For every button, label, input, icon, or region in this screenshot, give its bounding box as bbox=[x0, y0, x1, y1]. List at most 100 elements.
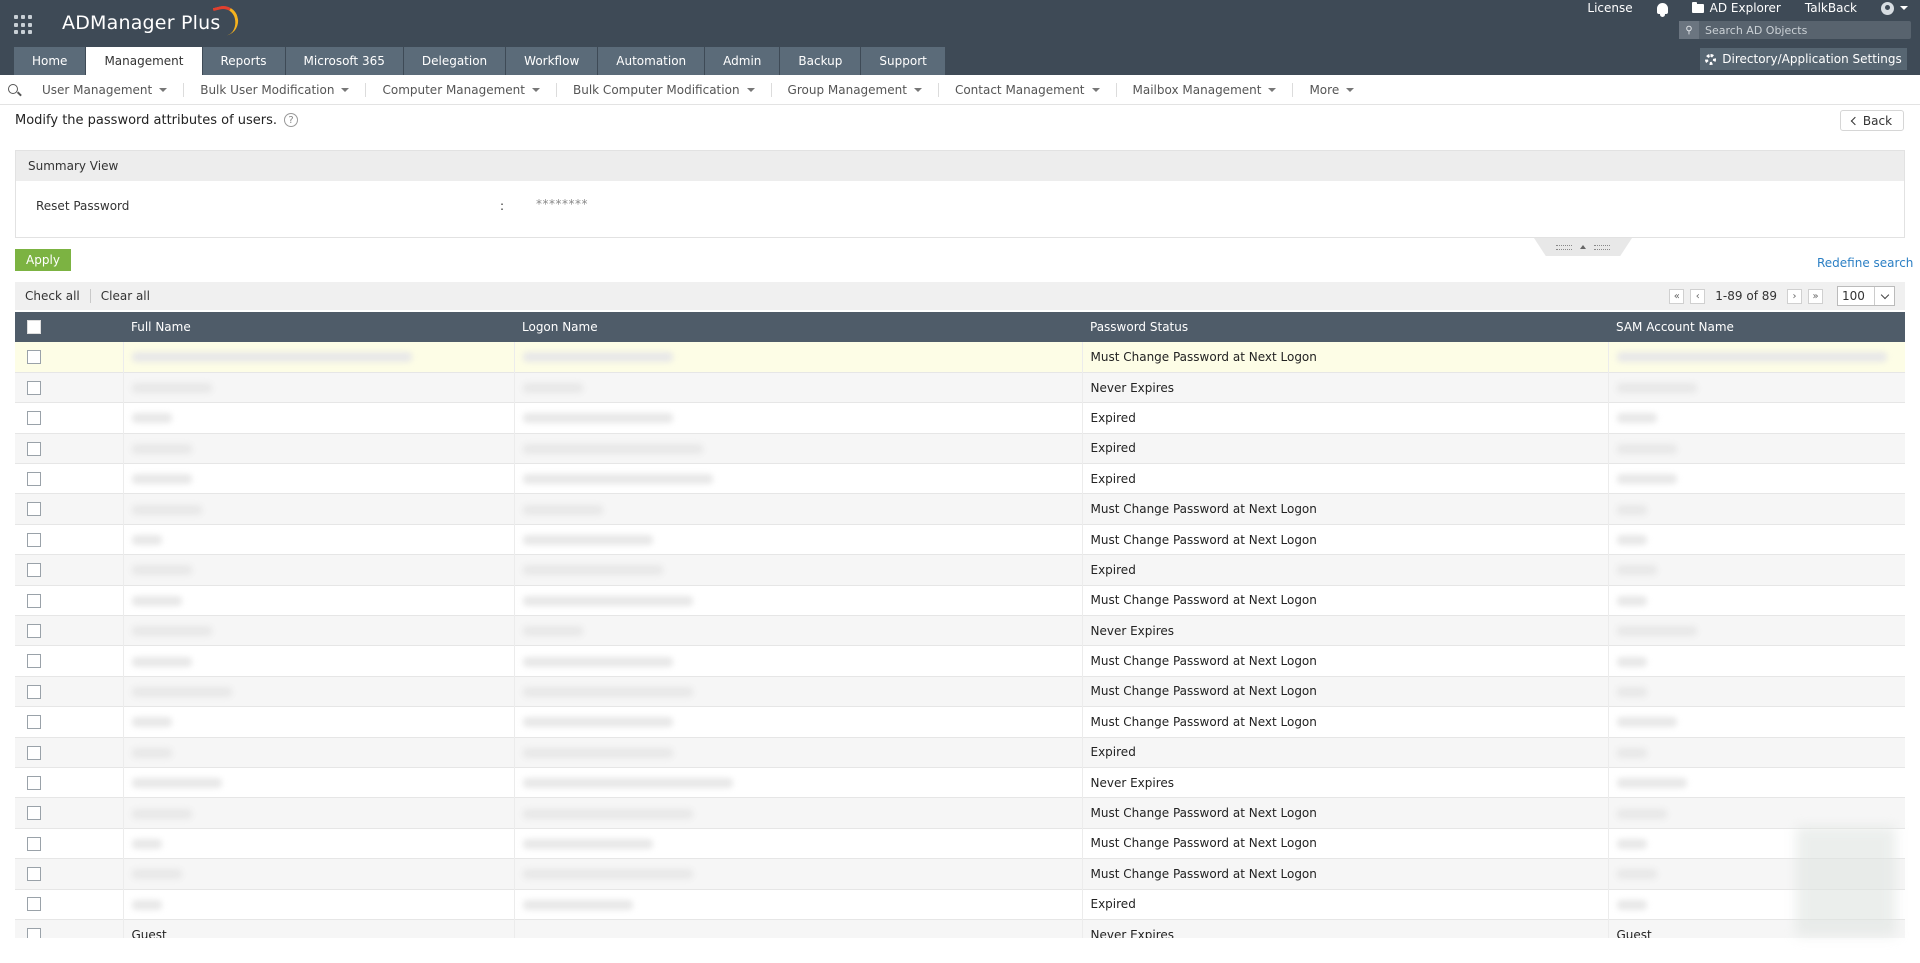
row-checkbox[interactable] bbox=[27, 380, 41, 395]
table-row[interactable]: Must Change Password at Next Logon bbox=[15, 828, 1905, 859]
subnav-user-management[interactable]: User Management bbox=[26, 83, 185, 97]
row-checkbox[interactable] bbox=[27, 836, 41, 851]
tab-automation[interactable]: Automation bbox=[598, 47, 705, 75]
app-logo[interactable]: ADManager Plus bbox=[62, 2, 242, 38]
caret-down-icon bbox=[532, 88, 540, 92]
tab-backup[interactable]: Backup bbox=[780, 47, 861, 75]
cell-logon-name-redacted bbox=[514, 645, 1083, 677]
collapse-summary-handle[interactable] bbox=[1534, 238, 1632, 256]
column-header-password-status[interactable]: Password Status bbox=[1082, 312, 1608, 342]
back-button[interactable]: Back bbox=[1840, 110, 1904, 131]
search-icon[interactable]: ⚲ bbox=[1679, 21, 1699, 39]
row-checkbox[interactable] bbox=[27, 563, 41, 578]
redefine-search-link[interactable]: Redefine search bbox=[1817, 256, 1913, 270]
next-page-icon[interactable]: › bbox=[1787, 288, 1802, 304]
talkback-link[interactable]: TalkBack bbox=[1793, 1, 1869, 15]
subnav-contact-management[interactable]: Contact Management bbox=[939, 83, 1117, 97]
cell-sam-redacted bbox=[1608, 676, 1905, 707]
tab-reports[interactable]: Reports bbox=[202, 47, 285, 75]
help-icon[interactable]: ? bbox=[284, 113, 298, 127]
table-row[interactable]: Must Change Password at Next Logon bbox=[15, 645, 1905, 677]
table-row[interactable]: Must Change Password at Next Logon bbox=[15, 524, 1905, 555]
check-all-link[interactable]: Check all bbox=[15, 289, 91, 303]
subnav-computer-management[interactable]: Computer Management bbox=[366, 83, 557, 97]
cell-password-status: Must Change Password at Next Logon bbox=[1082, 797, 1609, 829]
app-launcher-icon[interactable] bbox=[14, 15, 34, 35]
user-menu[interactable] bbox=[1869, 1, 1920, 15]
row-checkbox[interactable] bbox=[27, 745, 41, 760]
column-header-full-name[interactable]: Full Name bbox=[123, 312, 514, 342]
caret-down-icon bbox=[1900, 6, 1908, 10]
row-checkbox[interactable] bbox=[27, 897, 41, 912]
row-checkbox[interactable] bbox=[27, 350, 41, 365]
page-title: Modify the password attributes of users. bbox=[15, 113, 278, 128]
row-checkbox[interactable] bbox=[27, 775, 41, 790]
table-row[interactable]: Expired bbox=[15, 889, 1905, 920]
subnav-mailbox-management[interactable]: Mailbox Management bbox=[1117, 83, 1294, 97]
ad-explorer-link[interactable]: AD Explorer bbox=[1680, 1, 1793, 15]
row-checkbox[interactable] bbox=[27, 472, 41, 486]
tab-workflow[interactable]: Workflow bbox=[506, 47, 598, 75]
management-subnav: User Management Bulk User Modification C… bbox=[0, 75, 1920, 105]
tab-support[interactable]: Support bbox=[861, 47, 945, 75]
table-row[interactable]: Never Expires bbox=[15, 372, 1905, 403]
row-checkbox[interactable] bbox=[27, 502, 41, 517]
first-page-icon[interactable]: « bbox=[1669, 288, 1685, 304]
row-checkbox[interactable] bbox=[27, 715, 41, 730]
row-checkbox[interactable] bbox=[27, 867, 41, 882]
table-row[interactable]: Never Expires bbox=[15, 767, 1905, 798]
select-all-checkbox[interactable] bbox=[27, 320, 41, 335]
table-row[interactable]: Must Change Password at Next Logon bbox=[15, 706, 1905, 738]
directory-settings-button[interactable]: Directory/Application Settings bbox=[1700, 48, 1907, 70]
table-row[interactable]: Expired bbox=[15, 737, 1905, 768]
row-checkbox[interactable] bbox=[27, 441, 41, 456]
table-row[interactable]: Must Change Password at Next Logon bbox=[15, 676, 1905, 707]
apply-button[interactable]: Apply bbox=[15, 249, 71, 271]
row-checkbox[interactable] bbox=[27, 593, 41, 608]
row-checkbox[interactable] bbox=[27, 654, 41, 669]
table-row[interactable]: Expired bbox=[15, 554, 1905, 586]
column-header-sam-account-name[interactable]: SAM Account Name bbox=[1608, 312, 1905, 342]
row-checkbox[interactable] bbox=[27, 806, 41, 821]
cell-password-status: Must Change Password at Next Logon bbox=[1082, 858, 1609, 890]
subnav-group-management[interactable]: Group Management bbox=[772, 83, 939, 97]
clear-all-link[interactable]: Clear all bbox=[91, 289, 160, 303]
table-row[interactable]: Never Expires bbox=[15, 615, 1905, 646]
page-size-select[interactable]: 100 bbox=[1837, 286, 1895, 306]
row-checkbox[interactable] bbox=[27, 684, 41, 699]
previous-page-icon[interactable]: ‹ bbox=[1690, 288, 1706, 304]
ad-search-input[interactable] bbox=[1699, 23, 1899, 37]
notifications-button[interactable] bbox=[1645, 2, 1680, 17]
cell-logon-name-redacted bbox=[514, 585, 1083, 616]
tab-admin[interactable]: Admin bbox=[705, 47, 780, 75]
row-checkbox[interactable] bbox=[27, 532, 41, 547]
table-row[interactable]: Must Change Password at Next Logon bbox=[15, 797, 1905, 829]
last-page-icon[interactable]: » bbox=[1808, 288, 1823, 304]
table-row[interactable]: Must Change Password at Next Logon bbox=[15, 342, 1905, 373]
tab-delegation[interactable]: Delegation bbox=[403, 47, 506, 75]
row-checkbox[interactable] bbox=[27, 927, 41, 938]
tab-management[interactable]: Management bbox=[86, 47, 202, 75]
column-header-logon-name[interactable]: Logon Name bbox=[514, 312, 1082, 342]
table-row[interactable]: Expired bbox=[15, 433, 1905, 464]
cell-full-name-redacted bbox=[123, 797, 515, 829]
subnav-bulk-computer-modification[interactable]: Bulk Computer Modification bbox=[557, 83, 772, 97]
tab-microsoft-365[interactable]: Microsoft 365 bbox=[285, 47, 403, 75]
cell-logon-name-redacted bbox=[514, 493, 1083, 525]
row-checkbox[interactable] bbox=[27, 623, 41, 638]
subnav-bulk-user-modification[interactable]: Bulk User Modification bbox=[184, 83, 367, 97]
table-row[interactable]: Expired bbox=[15, 463, 1905, 494]
app-header: ADManager Plus License AD Explorer TalkB… bbox=[0, 0, 1920, 75]
cell-password-status: Never Expires bbox=[1082, 372, 1609, 403]
subnav-more[interactable]: More bbox=[1293, 83, 1370, 97]
table-row[interactable]: Must Change Password at Next Logon bbox=[15, 858, 1905, 890]
license-link[interactable]: License bbox=[1575, 1, 1644, 15]
row-checkbox[interactable] bbox=[27, 411, 41, 426]
table-row[interactable]: Must Change Password at Next Logon bbox=[15, 493, 1905, 525]
search-icon[interactable] bbox=[8, 84, 18, 94]
cell-password-status: Expired bbox=[1082, 554, 1609, 586]
tab-home[interactable]: Home bbox=[14, 47, 86, 75]
table-row[interactable]: Expired bbox=[15, 402, 1905, 434]
table-row[interactable]: Guest Never Expires Guest bbox=[15, 919, 1905, 938]
table-row[interactable]: Must Change Password at Next Logon bbox=[15, 585, 1905, 616]
